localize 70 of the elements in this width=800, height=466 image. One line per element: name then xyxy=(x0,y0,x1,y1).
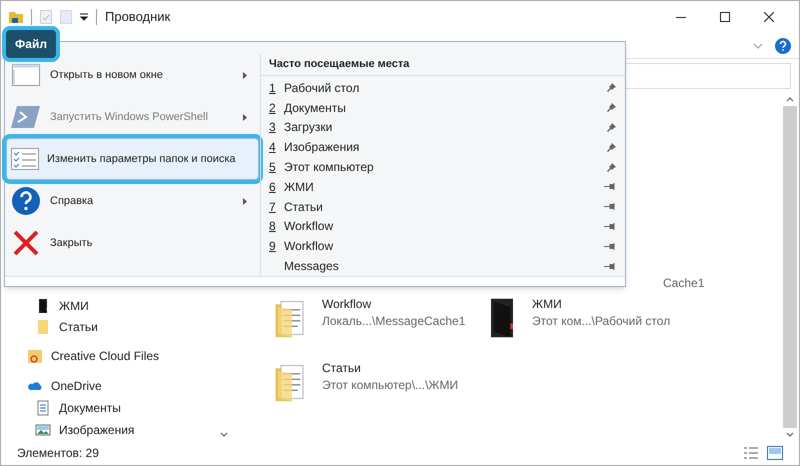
chevron-down-icon[interactable] xyxy=(753,42,763,48)
access-number: 5 xyxy=(269,159,276,176)
pin-icon[interactable] xyxy=(606,162,617,173)
recent-place[interactable]: Загрузки xyxy=(284,118,598,136)
tile-path: Cache1 xyxy=(663,276,704,290)
cross-icon xyxy=(13,230,39,256)
powershell-icon xyxy=(11,105,41,129)
unpinned-pin-icon[interactable] xyxy=(604,202,617,212)
folder-icon[interactable] xyxy=(9,10,23,24)
recent-place[interactable]: Документы xyxy=(284,98,598,117)
recent-place[interactable]: ЖМИ xyxy=(284,178,596,196)
nav-item[interactable]: ЖМИ xyxy=(59,296,89,314)
window-icon xyxy=(12,64,40,86)
scroll-down-icon[interactable] xyxy=(220,432,228,437)
unpinned-pin-icon[interactable] xyxy=(604,262,617,271)
minimize-icon xyxy=(676,16,686,18)
nav-item[interactable]: OneDrive xyxy=(51,377,102,395)
access-number: 3 xyxy=(269,119,276,136)
picture-icon xyxy=(35,422,51,438)
nav-item[interactable]: Creative Cloud Files xyxy=(51,347,160,365)
file-tab[interactable]: Файл xyxy=(6,30,56,58)
tile-name[interactable]: ЖМИ xyxy=(532,296,670,313)
recent-place[interactable]: Этот компьютер xyxy=(284,158,598,176)
recent-place[interactable]: Изображения xyxy=(284,138,598,156)
details-view-icon[interactable] xyxy=(743,446,759,460)
customize-dropdown-icon[interactable] xyxy=(80,13,88,21)
help-icon xyxy=(11,186,41,216)
menu-item[interactable]: Справка xyxy=(6,180,259,222)
nav-item[interactable]: Изображения xyxy=(59,421,134,439)
maximize-icon xyxy=(720,12,730,22)
access-number: 2 xyxy=(269,100,276,117)
pin-icon[interactable] xyxy=(606,122,617,133)
help-icon[interactable] xyxy=(775,38,791,54)
recent-place[interactable]: Статьи xyxy=(284,198,596,216)
access-number: 7 xyxy=(269,198,276,216)
item-count: Элементов: 29 xyxy=(17,445,99,462)
access-number: 4 xyxy=(269,139,276,156)
recent-place[interactable]: Workflow xyxy=(284,217,596,236)
large-icons-view-icon[interactable] xyxy=(767,446,783,460)
section-header: Часто посещаемые места xyxy=(269,57,410,72)
close-icon xyxy=(764,12,774,22)
document-icon xyxy=(35,400,51,416)
tile-path: Этот ком...\Рабочий стол xyxy=(532,313,670,330)
nav-item[interactable]: Документы xyxy=(59,399,121,417)
checklist-icon xyxy=(11,148,39,170)
folder-icon xyxy=(27,348,43,364)
unpinned-pin-icon[interactable] xyxy=(604,222,617,231)
access-number: 8 xyxy=(269,218,276,236)
menu-item[interactable]: Закрыть xyxy=(6,222,259,264)
pin-icon[interactable] xyxy=(606,142,617,153)
pin-icon[interactable] xyxy=(606,82,617,94)
tile-name[interactable]: Статьи xyxy=(322,360,458,377)
nav-item[interactable]: Статьи xyxy=(59,318,98,336)
unpinned-pin-icon[interactable] xyxy=(604,182,617,192)
window-title: Проводник xyxy=(105,8,170,26)
scroll-down-icon[interactable] xyxy=(786,432,794,437)
access-number: 9 xyxy=(269,238,276,256)
recent-place[interactable]: Workflow xyxy=(284,237,596,256)
access-number: 6 xyxy=(269,178,276,196)
tile-name[interactable]: Workflow xyxy=(322,296,466,313)
tile-path: Локаль...\MessageCache1 xyxy=(322,313,466,330)
unpinned-pin-icon[interactable] xyxy=(604,242,617,251)
folder-icon xyxy=(35,318,51,334)
recent-place[interactable]: Рабочий стол xyxy=(284,78,598,97)
scroll-up-icon[interactable] xyxy=(786,97,794,102)
scrollbar-thumb[interactable] xyxy=(783,106,797,428)
tile-path: Этот компьютер\...\ЖМИ xyxy=(322,377,458,394)
recent-place[interactable]: Messages xyxy=(284,257,596,276)
access-number: 1 xyxy=(269,80,276,97)
pin-icon[interactable] xyxy=(606,102,617,114)
